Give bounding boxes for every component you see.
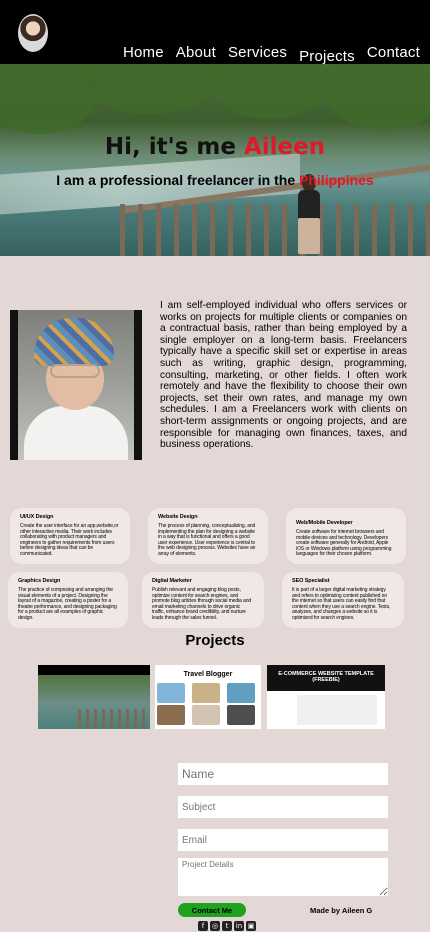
facebook-icon[interactable]: f <box>198 921 208 931</box>
hero-banner: Hi, it's me Aileen I am a professional f… <box>0 64 430 256</box>
hero-name: Aileen <box>243 134 326 160</box>
service-text: It is part of a larger digital marketing… <box>292 587 391 621</box>
twitter-icon[interactable]: t <box>222 921 232 931</box>
hero-foliage <box>210 64 330 119</box>
project-portfolio-thumbnail[interactable] <box>38 665 150 729</box>
service-text: The practice of composing and arranging … <box>18 587 117 621</box>
service-text: Publish relevant and engaging blog posts… <box>152 587 252 621</box>
hero-foliage <box>320 64 430 129</box>
nav-contact-link[interactable]: Contact <box>367 44 420 65</box>
service-title: Web/Mobile Developer <box>296 520 353 526</box>
social-links: f ◎ t in ▣ <box>198 921 256 931</box>
contact-me-button[interactable]: Contact Me <box>178 903 246 917</box>
linkedin-icon[interactable]: in <box>234 921 244 931</box>
nav-about-link[interactable]: About <box>176 44 216 65</box>
service-title: UI/UX Design <box>20 514 54 520</box>
nav-services-link[interactable]: Services <box>228 44 287 65</box>
projects-heading: Projects <box>185 632 245 649</box>
hero-foliage <box>80 64 220 114</box>
hero-country: Philippines <box>299 172 374 188</box>
service-card: Website Design The process of planning, … <box>148 508 268 564</box>
project-travel-title: Travel Blogger <box>183 671 233 678</box>
service-card: Web/Mobile Developer Create software for… <box>286 508 406 564</box>
project-ecommerce-thumbnail[interactable]: E-COMMERCE WEBSITE TEMPLATE (FREEBIE) <box>267 665 385 729</box>
nav-projects-link[interactable]: Projects <box>299 48 355 65</box>
avatar-logo[interactable] <box>18 14 48 52</box>
service-text: Create the user interface for an app,web… <box>20 523 119 557</box>
nav-home-link[interactable]: Home <box>123 44 164 65</box>
nav-links: Home About Services Projects Contact <box>123 44 420 65</box>
project-details-textarea[interactable] <box>178 858 388 896</box>
hero-title: Hi, it's me Aileen <box>104 134 326 160</box>
service-title: Graphics Design <box>18 578 61 584</box>
email-input[interactable] <box>178 829 388 851</box>
service-card: UI/UX Design Create the user interface f… <box>10 508 130 564</box>
service-card: Graphics Design The practice of composin… <box>8 572 128 628</box>
subject-input[interactable] <box>178 796 388 818</box>
service-title: Website Design <box>158 514 198 520</box>
about-text: I am self-employed individual who offers… <box>160 300 407 451</box>
hero-subtitle: I am a professional freelancer in the Ph… <box>56 172 374 188</box>
made-by-text: Made by Aileen G <box>310 906 373 915</box>
profile-photo <box>10 310 142 460</box>
hero-railing <box>119 163 430 256</box>
service-text: Create software for internet browsers an… <box>296 529 392 558</box>
name-input[interactable] <box>178 763 388 785</box>
service-card: SEO Specialist It is part of a larger di… <box>282 572 404 628</box>
twitch-icon[interactable]: ▣ <box>246 921 256 931</box>
service-title: SEO Specialist <box>292 578 330 584</box>
navbar: Home About Services Projects Contact <box>0 0 430 65</box>
service-text: The process of planning, conceptualizing… <box>158 523 256 557</box>
project-ecommerce-title: E-COMMERCE WEBSITE TEMPLATE (FREEBIE) <box>267 665 385 691</box>
service-title: Digital Marketer <box>152 578 192 584</box>
project-travel-thumbnail[interactable]: Travel Blogger <box>155 665 261 729</box>
service-card: Digital Marketer Publish relevant and en… <box>142 572 264 628</box>
instagram-icon[interactable]: ◎ <box>210 921 220 931</box>
